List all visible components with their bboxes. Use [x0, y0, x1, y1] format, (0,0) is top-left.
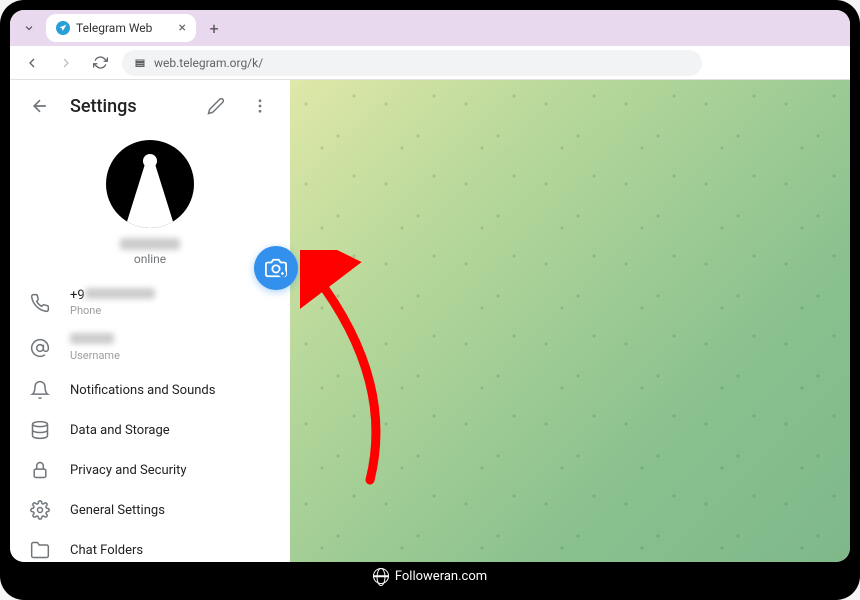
- gear-icon: [30, 500, 50, 520]
- menu-label: General Settings: [70, 503, 165, 518]
- new-tab-button[interactable]: +: [202, 19, 226, 38]
- menu-label: Privacy and Security: [70, 463, 187, 478]
- more-menu-button[interactable]: [246, 92, 274, 120]
- chrome-caret-icon[interactable]: [18, 17, 40, 39]
- profile-status: online: [134, 252, 166, 266]
- globe-icon: [373, 568, 389, 584]
- avatar[interactable]: [106, 140, 194, 228]
- phone-value: +9: [70, 288, 155, 303]
- url-text: web.telegram.org/k/: [154, 56, 263, 70]
- browser-tab[interactable]: Telegram Web ×: [46, 14, 196, 42]
- phone-icon: [30, 293, 50, 313]
- menu-general[interactable]: General Settings: [10, 490, 290, 530]
- menu-data-storage[interactable]: Data and Storage: [10, 410, 290, 450]
- profile-section: online: [10, 132, 290, 280]
- username-row[interactable]: Username: [10, 325, 290, 370]
- back-button[interactable]: [20, 51, 44, 75]
- add-photo-fab[interactable]: [254, 246, 298, 290]
- screen: Telegram Web × + web.telegram.org/k/: [10, 10, 850, 562]
- settings-header: Settings: [10, 80, 290, 132]
- profile-name-redacted: [120, 238, 180, 250]
- reload-button[interactable]: [88, 51, 112, 75]
- menu-label: Notifications and Sounds: [70, 383, 215, 398]
- menu-privacy[interactable]: Privacy and Security: [10, 450, 290, 490]
- folder-icon: [30, 540, 50, 560]
- phone-label: Phone: [70, 304, 155, 317]
- menu-label: Chat Folders: [70, 543, 143, 558]
- edit-button[interactable]: [202, 92, 230, 120]
- page-title: Settings: [70, 96, 186, 117]
- device-frame: Telegram Web × + web.telegram.org/k/: [0, 0, 860, 600]
- database-icon: [30, 420, 50, 440]
- menu-label: Data and Storage: [70, 423, 170, 438]
- browser-tab-strip: Telegram Web × +: [10, 10, 850, 46]
- username-value: [70, 333, 120, 348]
- forward-button[interactable]: [54, 51, 78, 75]
- back-arrow-button[interactable]: [26, 92, 54, 120]
- username-label: Username: [70, 349, 120, 362]
- browser-toolbar: web.telegram.org/k/: [10, 46, 850, 80]
- telegram-favicon-icon: [56, 21, 70, 35]
- avatar-image: [125, 164, 175, 228]
- phone-row[interactable]: +9 Phone: [10, 280, 290, 325]
- pattern-overlay: [290, 80, 850, 562]
- app-content: Settings online: [10, 80, 850, 562]
- menu-chat-folders[interactable]: Chat Folders: [10, 530, 290, 562]
- tab-title: Telegram Web: [76, 21, 152, 35]
- watermark-bar: Followeran.com: [10, 562, 850, 590]
- tab-close-icon[interactable]: ×: [179, 20, 186, 36]
- lock-icon: [30, 460, 50, 480]
- menu-notifications[interactable]: Notifications and Sounds: [10, 370, 290, 410]
- at-icon: [30, 338, 50, 358]
- camera-plus-icon: [265, 257, 287, 279]
- bell-icon: [30, 380, 50, 400]
- url-field[interactable]: web.telegram.org/k/: [122, 50, 702, 76]
- watermark-text: Followeran.com: [395, 569, 487, 584]
- site-settings-icon: [134, 57, 146, 69]
- chat-background: [290, 80, 850, 562]
- settings-panel: Settings online: [10, 80, 290, 562]
